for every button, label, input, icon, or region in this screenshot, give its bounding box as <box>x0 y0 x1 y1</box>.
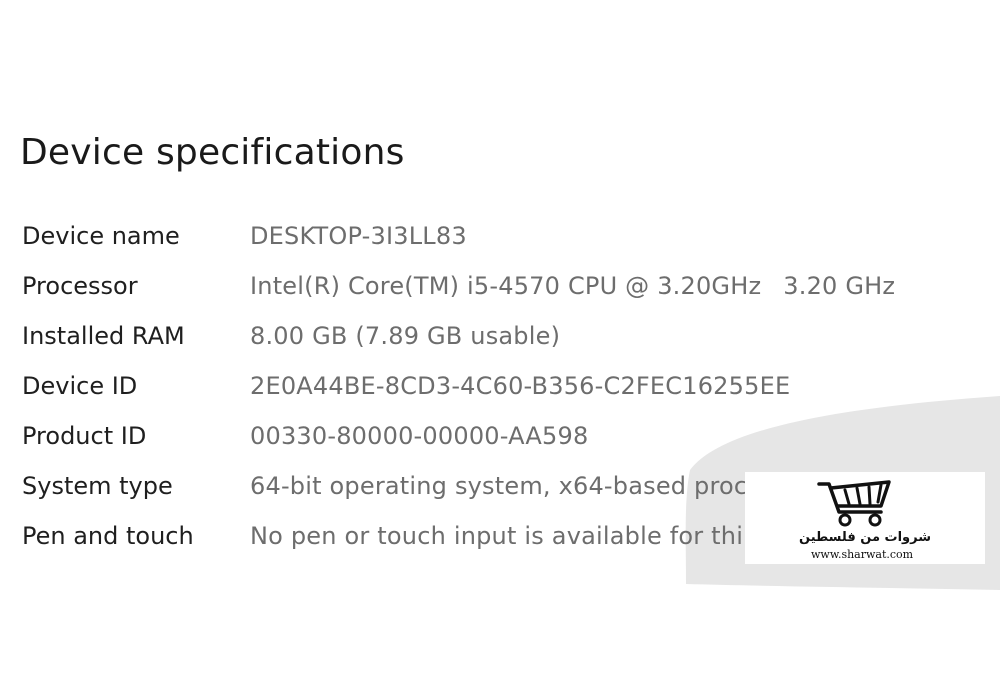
spec-value[interactable]: 00330-80000-00000-AA598 <box>250 422 588 450</box>
spec-row-device-id: Device ID 2E0A44BE-8CD3-4C60-B356-C2FEC1… <box>22 368 982 418</box>
spec-value[interactable]: No pen or touch input is available for t… <box>250 522 743 550</box>
spec-value-extra: 3.20 GHz <box>783 272 896 300</box>
watermark-logo: شروات من فلسطين www.sharwat.com <box>745 472 985 564</box>
spec-value[interactable]: 2E0A44BE-8CD3-4C60-B356-C2FEC16255EE <box>250 372 790 400</box>
spec-label: Pen and touch <box>22 522 194 550</box>
spec-value-text: 2E0A44BE-8CD3-4C60-B356-C2FEC16255EE <box>250 372 791 400</box>
spec-value[interactable]: 64-bit operating system, x64-based proc <box>250 472 747 500</box>
spec-value-text: 64-bit operating system, x64-based proc <box>250 472 748 500</box>
spec-row-processor: Processor Intel(R) Core(TM) i5-4570 CPU … <box>22 268 982 318</box>
spec-row-product-id: Product ID 00330-80000-00000-AA598 <box>22 418 982 468</box>
spec-label: Device name <box>22 222 180 250</box>
shopping-cart-icon <box>817 480 891 527</box>
watermark-brand: شروات من فلسطين <box>799 530 931 545</box>
spec-value-text: 00330-80000-00000-AA598 <box>250 422 589 450</box>
spec-label: Product ID <box>22 422 147 450</box>
spec-value-text: No pen or touch input is available for t… <box>250 522 744 550</box>
spec-value[interactable]: DESKTOP-3I3LL83 <box>250 222 467 250</box>
spec-row-device-name: Device name DESKTOP-3I3LL83 <box>22 218 982 268</box>
spec-value-text: Intel(R) Core(TM) i5-4570 CPU @ 3.20GHz <box>250 272 762 300</box>
about-settings-panel: Device specifications Device name DESKTO… <box>0 0 1000 700</box>
watermark-url: www.sharwat.com <box>811 548 914 561</box>
spec-value[interactable]: Intel(R) Core(TM) i5-4570 CPU @ 3.20GHz 3… <box>250 272 895 300</box>
spec-label: Installed RAM <box>22 322 185 350</box>
spec-label: Device ID <box>22 372 138 400</box>
spec-value-text: DESKTOP-3I3LL83 <box>250 222 467 250</box>
spec-value-text: 8.00 GB (7.89 GB usable) <box>250 322 561 350</box>
spec-label: System type <box>22 472 173 500</box>
page-title: Device specifications <box>20 132 405 173</box>
spec-value[interactable]: 8.00 GB (7.89 GB usable) <box>250 322 560 350</box>
spec-row-installed-ram: Installed RAM 8.00 GB (7.89 GB usable) <box>22 318 982 368</box>
spec-label: Processor <box>22 272 138 300</box>
